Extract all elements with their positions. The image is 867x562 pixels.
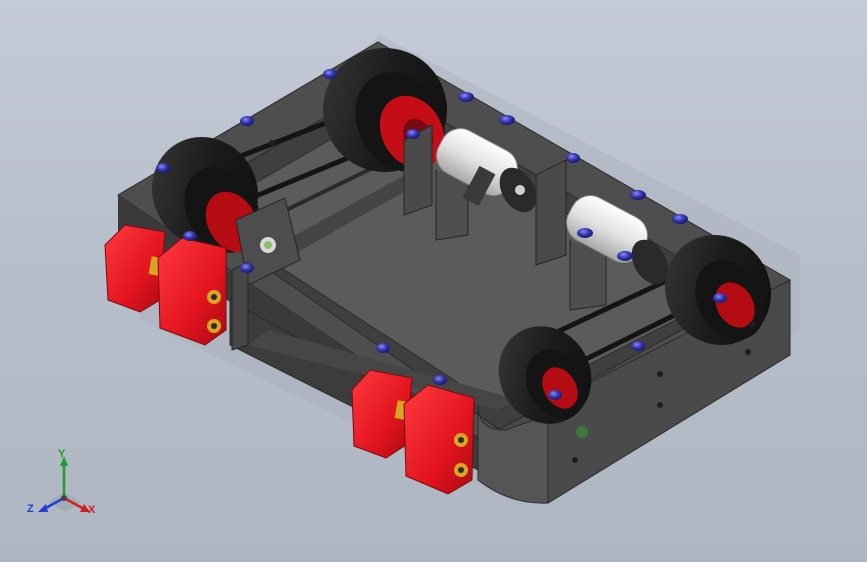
axis-y-label: Y	[58, 448, 66, 460]
triad-axes	[38, 456, 90, 512]
robot-chassis-model[interactable]	[0, 0, 867, 562]
orientation-triad[interactable]: Y X Z	[24, 446, 108, 530]
cad-viewport[interactable]	[0, 0, 867, 562]
axis-x-label: X	[88, 504, 96, 516]
axis-z-label: Z	[27, 503, 34, 515]
